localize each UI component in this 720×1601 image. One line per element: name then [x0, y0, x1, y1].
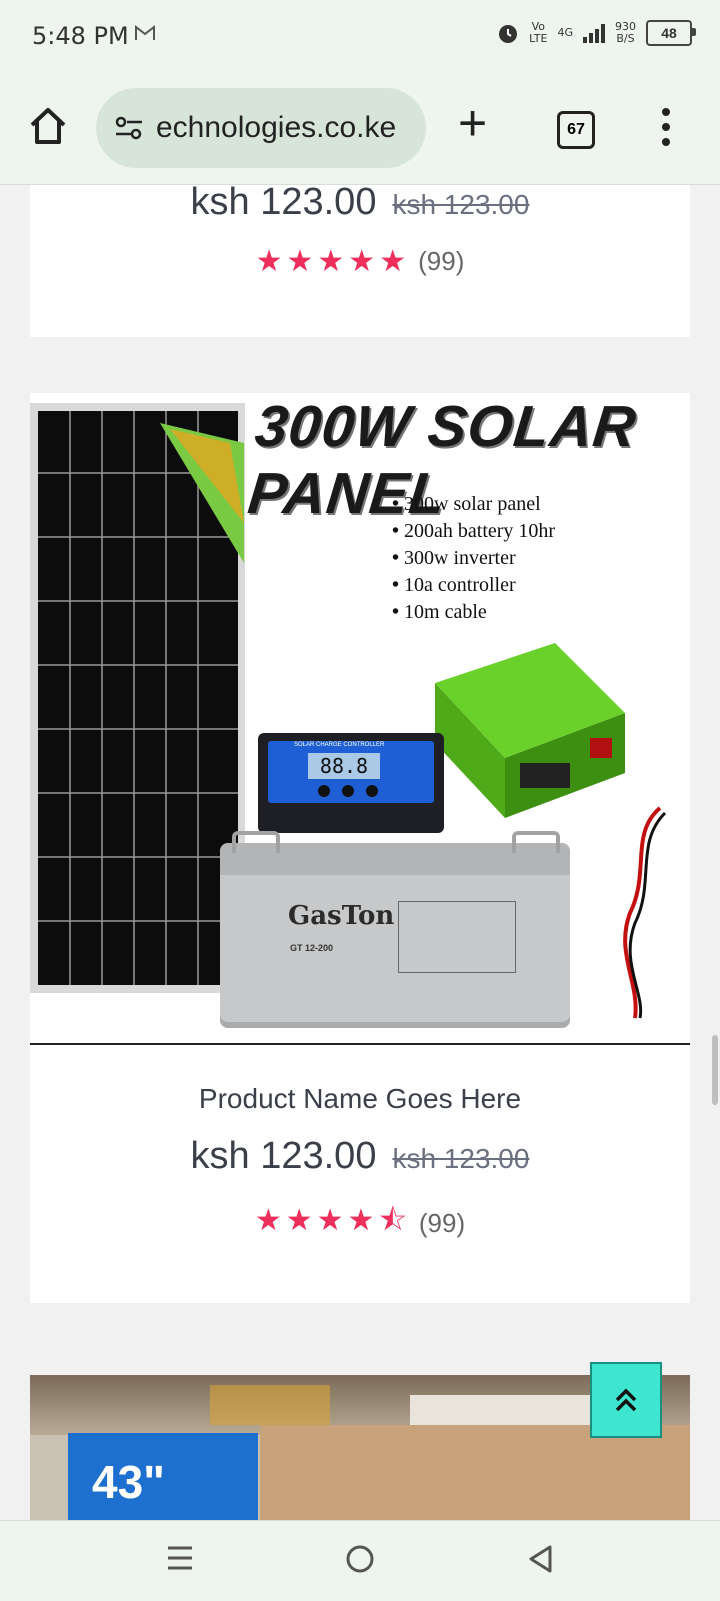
- product-name[interactable]: Product Name Goes Here: [30, 1083, 690, 1115]
- review-count: (99): [418, 1208, 466, 1238]
- site-settings-icon[interactable]: [114, 113, 144, 143]
- double-chevron-up-icon: [615, 1388, 637, 1412]
- recent-apps-icon[interactable]: [166, 1543, 194, 1578]
- home-icon[interactable]: [26, 104, 70, 148]
- product-price: ksh 123.00: [190, 185, 377, 223]
- product-old-price: ksh 123.00: [392, 189, 530, 220]
- inverter-image: [435, 643, 625, 818]
- network-type: 4G: [557, 26, 573, 39]
- status-bar: 5:48 PM Vo LTE 4G 930 B/S 48: [0, 0, 720, 72]
- battery-model: GT 12-200: [290, 943, 334, 953]
- tab-switcher-button[interactable]: 67: [557, 111, 595, 149]
- battery-image: GasTon GT 12-200: [220, 831, 570, 1028]
- charge-controller-image: SOLAR CHARGE CONTROLLER 88.8: [258, 733, 444, 833]
- product-card[interactable]: ksh 123.00 ksh 123.00 ★★★★★ (99): [30, 185, 690, 337]
- star-rating-icons: ★★★★★: [255, 244, 411, 279]
- back-icon[interactable]: [526, 1543, 554, 1580]
- feature-list: 300w solar panel 200ah battery 10hr 300w…: [392, 491, 555, 626]
- more-menu-icon[interactable]: [662, 108, 670, 146]
- product-rating: ★★★★⯪ (99): [30, 1198, 690, 1249]
- clock: 5:48 PM: [32, 22, 129, 50]
- back-to-top-button[interactable]: [590, 1362, 662, 1438]
- feature-item: 10a controller: [392, 572, 555, 599]
- star-rating-icons: ★★★★⯪: [254, 1203, 411, 1238]
- alarm-icon: [499, 25, 518, 43]
- review-count: (99): [418, 246, 465, 276]
- cable-image: [623, 806, 667, 1019]
- feature-item: 10m cable: [392, 599, 555, 626]
- volte-indicator: Vo LTE: [529, 20, 548, 45]
- product-price: ksh 123.00: [190, 1135, 377, 1177]
- feature-item: 300w inverter: [392, 545, 555, 572]
- page-content: ksh 123.00 ksh 123.00 ★★★★★ (99) 300W SO…: [0, 185, 720, 1520]
- feature-item: 300w solar panel: [392, 491, 555, 518]
- product-image[interactable]: 300W SOLAR PANEL 300w solar panel 200ah …: [30, 393, 690, 1045]
- controller-label: SOLAR CHARGE CONTROLLER: [294, 742, 385, 748]
- feature-item: 200ah battery 10hr: [392, 518, 555, 545]
- url-text[interactable]: echnologies.co.ke: [156, 111, 416, 145]
- new-tab-button[interactable]: +: [458, 98, 487, 148]
- battery-icon: 48: [646, 20, 696, 46]
- product-rating: ★★★★★ (99): [30, 244, 690, 279]
- product-card[interactable]: 300W SOLAR PANEL 300w solar panel 200ah …: [30, 393, 690, 1303]
- signal-icon: [583, 23, 605, 43]
- browser-toolbar: echnologies.co.ke + 67: [0, 72, 720, 185]
- product-old-price: ksh 123.00: [392, 1143, 530, 1174]
- system-navigation-bar: [0, 1520, 720, 1601]
- gmail-icon: [134, 22, 156, 48]
- home-button-icon[interactable]: [344, 1543, 376, 1580]
- tv-size-badge: 43": [92, 1456, 165, 1508]
- scrollbar[interactable]: [712, 1035, 718, 1105]
- battery-brand: GasTon: [288, 901, 395, 931]
- address-bar[interactable]: echnologies.co.ke: [96, 88, 426, 168]
- controller-display: 88.8: [308, 753, 380, 779]
- network-speed: 930 B/S: [615, 20, 636, 45]
